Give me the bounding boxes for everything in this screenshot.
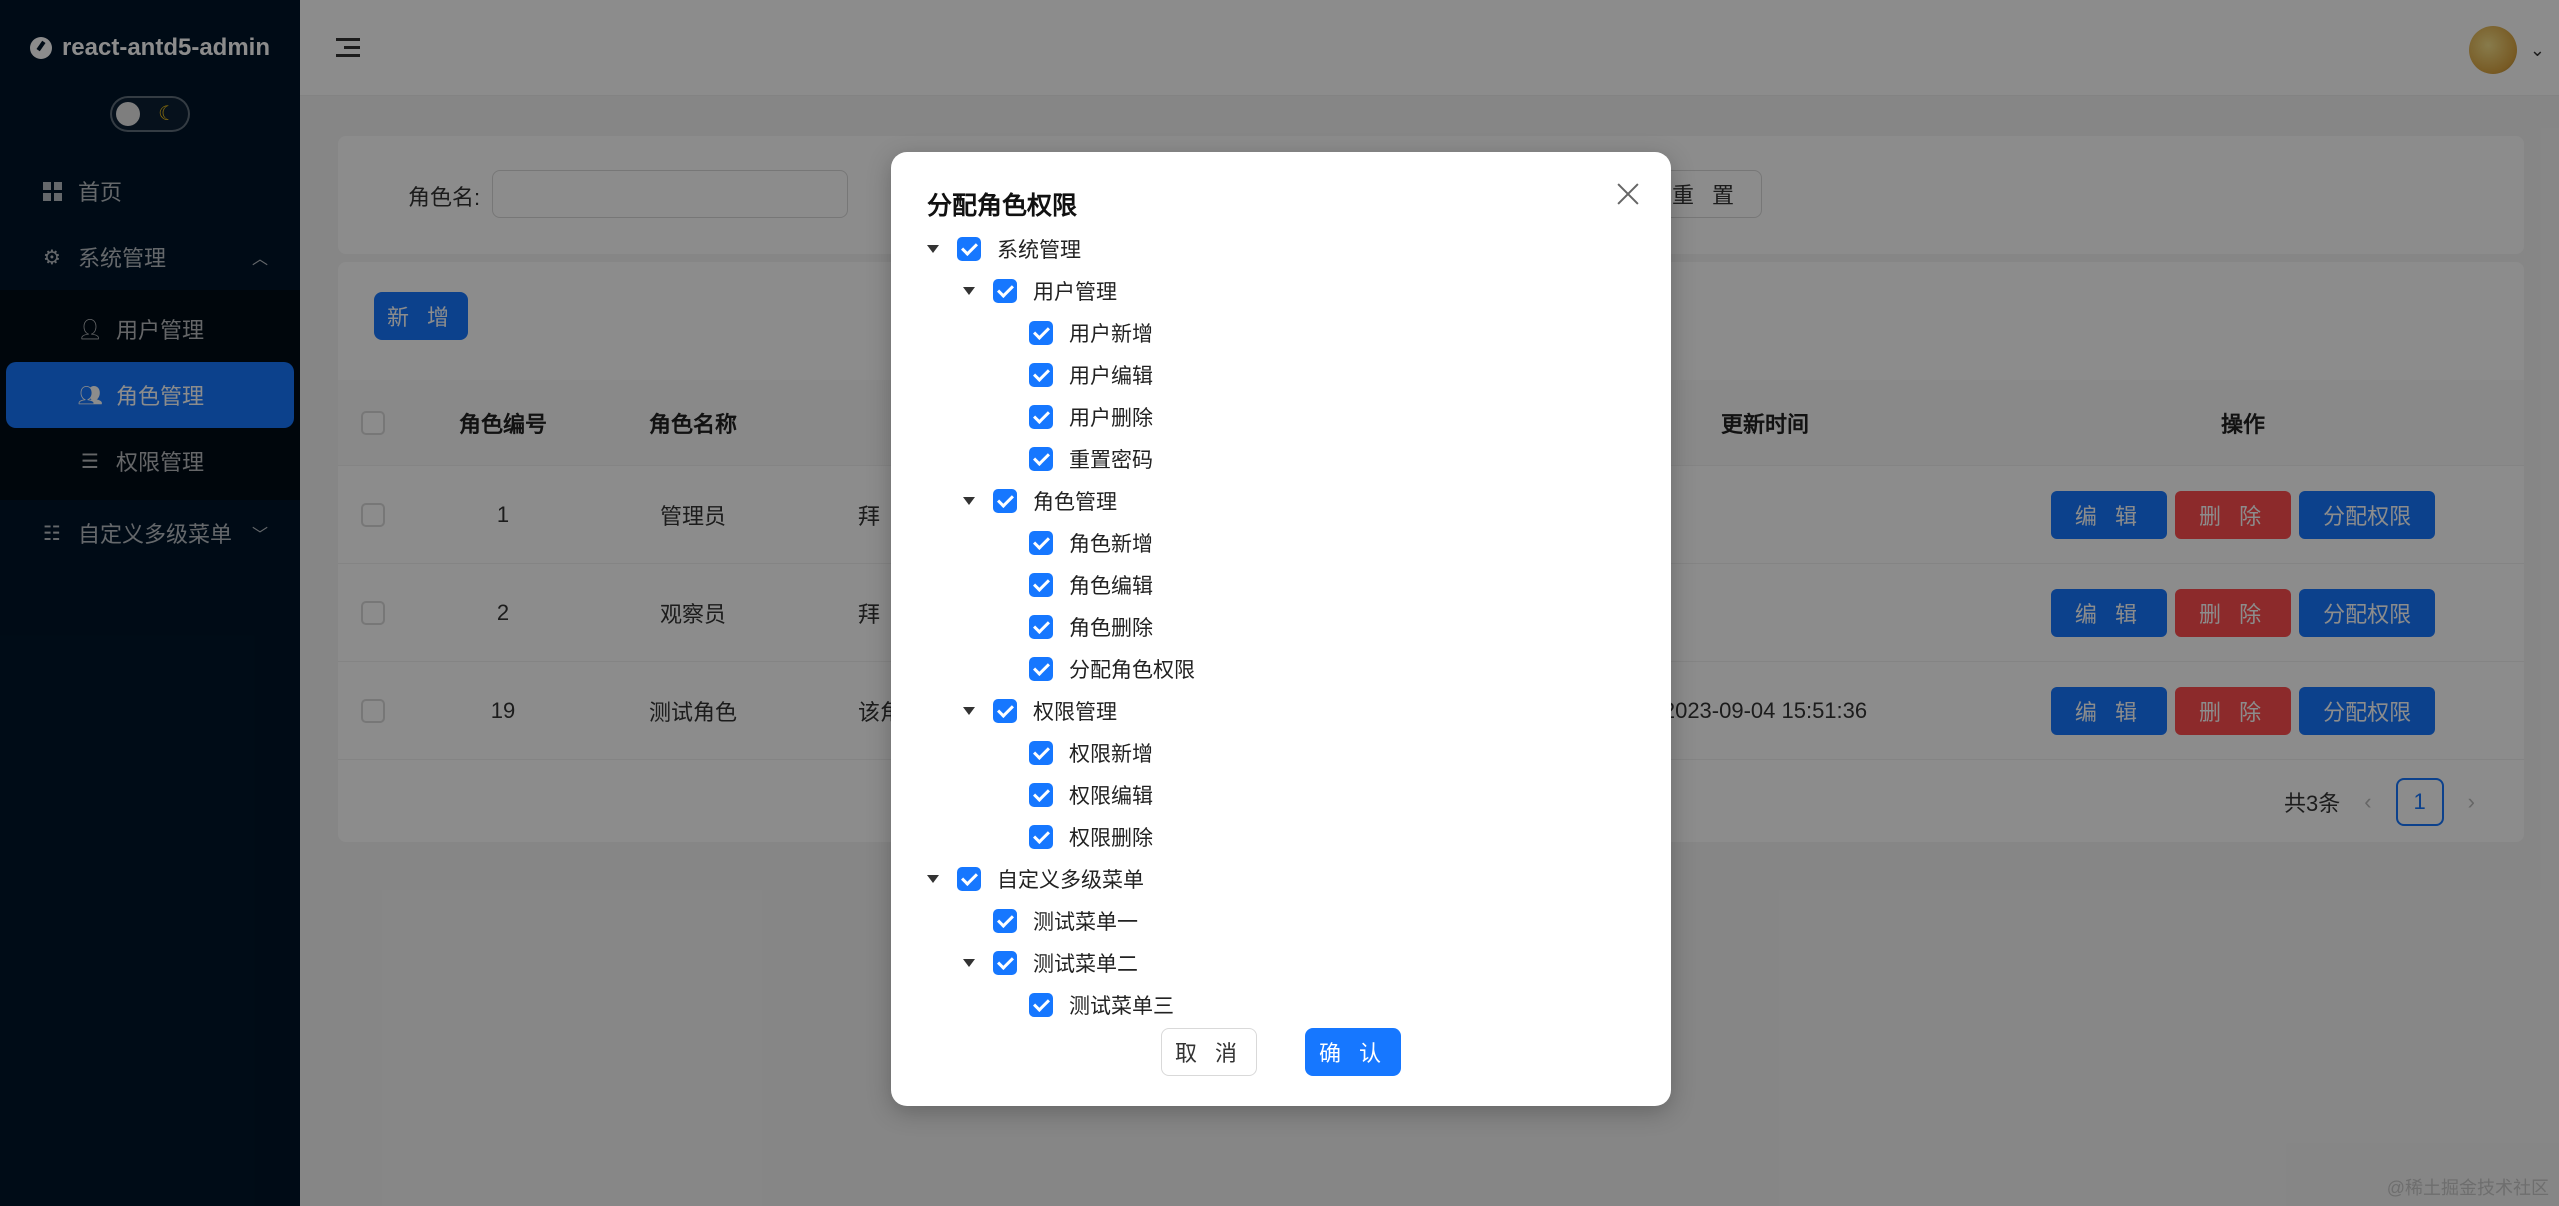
tree-checkbox[interactable] xyxy=(1029,447,1053,471)
tree-node[interactable]: 自定义多级菜单 xyxy=(927,858,1627,900)
tree-checkbox[interactable] xyxy=(1029,363,1053,387)
tree-node-label: 权限新增 xyxy=(1069,743,1153,766)
tree-node-label: 测试菜单二 xyxy=(1033,953,1138,976)
tree-node[interactable]: 重置密码 xyxy=(927,438,1627,480)
tree-node[interactable]: 角色管理 xyxy=(927,480,1627,522)
tree-node-label: 用户编辑 xyxy=(1069,365,1153,388)
tree-node-label: 角色管理 xyxy=(1033,491,1117,514)
tree-node[interactable]: 用户编辑 xyxy=(927,354,1627,396)
tree-node[interactable]: 用户管理 xyxy=(927,270,1627,312)
tree-checkbox[interactable] xyxy=(993,951,1017,975)
tree-checkbox[interactable] xyxy=(1029,741,1053,765)
tree-checkbox[interactable] xyxy=(993,909,1017,933)
caret-down-icon[interactable] xyxy=(963,707,975,715)
tree-checkbox[interactable] xyxy=(1029,657,1053,681)
tree-node-label: 角色删除 xyxy=(1069,617,1153,640)
modal-footer: 取 消 确 认 xyxy=(891,1028,1671,1076)
close-icon[interactable] xyxy=(1613,180,1643,210)
tree-checkbox[interactable] xyxy=(993,279,1017,303)
tree-checkbox[interactable] xyxy=(1029,783,1053,807)
tree-node-label: 系统管理 xyxy=(997,239,1081,262)
tree-node[interactable]: 角色新增 xyxy=(927,522,1627,564)
tree-node-label: 权限编辑 xyxy=(1069,785,1153,808)
tree-node[interactable]: 用户新增 xyxy=(927,312,1627,354)
tree-checkbox[interactable] xyxy=(1029,531,1053,555)
cancel-button[interactable]: 取 消 xyxy=(1161,1028,1257,1076)
caret-down-icon[interactable] xyxy=(963,497,975,505)
tree-node-label: 权限删除 xyxy=(1069,827,1153,850)
tree-node-label: 用户新增 xyxy=(1069,323,1153,346)
tree-node-label: 角色新增 xyxy=(1069,533,1153,556)
caret-down-icon[interactable] xyxy=(963,287,975,295)
tree-checkbox[interactable] xyxy=(1029,993,1053,1017)
tree-checkbox[interactable] xyxy=(1029,615,1053,639)
tree-node[interactable]: 用户删除 xyxy=(927,396,1627,438)
tree-node-label: 自定义多级菜单 xyxy=(997,869,1144,892)
tree-node-label: 用户删除 xyxy=(1069,407,1153,430)
assign-permission-modal: 分配角色权限 系统管理用户管理用户新增用户编辑用户删除重置密码角色管理角色新增角… xyxy=(891,152,1671,1106)
tree-node-label: 测试菜单一 xyxy=(1033,911,1138,934)
modal-title: 分配角色权限 xyxy=(927,192,1078,220)
tree-node[interactable]: 角色删除 xyxy=(927,606,1627,648)
tree-node-label: 重置密码 xyxy=(1069,449,1153,472)
tree-checkbox[interactable] xyxy=(1029,321,1053,345)
tree-node[interactable]: 测试菜单一 xyxy=(927,900,1627,942)
tree-node[interactable]: 测试菜单三 xyxy=(927,984,1627,1026)
tree-checkbox[interactable] xyxy=(993,489,1017,513)
tree-node[interactable]: 权限删除 xyxy=(927,816,1627,858)
confirm-button[interactable]: 确 认 xyxy=(1305,1028,1401,1076)
tree-node[interactable]: 权限管理 xyxy=(927,690,1627,732)
tree-node[interactable]: 权限编辑 xyxy=(927,774,1627,816)
tree-node-label: 测试菜单三 xyxy=(1069,995,1174,1018)
tree-node[interactable]: 测试菜单二 xyxy=(927,942,1627,984)
caret-down-icon[interactable] xyxy=(927,245,939,253)
tree-node-label: 角色编辑 xyxy=(1069,575,1153,598)
tree-checkbox[interactable] xyxy=(957,867,981,891)
tree-node-label: 权限管理 xyxy=(1033,701,1117,724)
caret-down-icon[interactable] xyxy=(927,875,939,883)
caret-down-icon[interactable] xyxy=(963,959,975,967)
tree-checkbox[interactable] xyxy=(993,699,1017,723)
tree-node[interactable]: 分配角色权限 xyxy=(927,648,1627,690)
tree-checkbox[interactable] xyxy=(1029,405,1053,429)
tree-node[interactable]: 系统管理 xyxy=(927,228,1627,270)
tree-node-label: 用户管理 xyxy=(1033,281,1117,304)
tree-checkbox[interactable] xyxy=(1029,573,1053,597)
tree-node[interactable]: 权限新增 xyxy=(927,732,1627,774)
tree-checkbox[interactable] xyxy=(957,237,981,261)
tree-checkbox[interactable] xyxy=(1029,825,1053,849)
tree-node[interactable]: 角色编辑 xyxy=(927,564,1627,606)
tree-node-label: 分配角色权限 xyxy=(1069,659,1195,682)
permission-tree: 系统管理用户管理用户新增用户编辑用户删除重置密码角色管理角色新增角色编辑角色删除… xyxy=(927,228,1627,1026)
